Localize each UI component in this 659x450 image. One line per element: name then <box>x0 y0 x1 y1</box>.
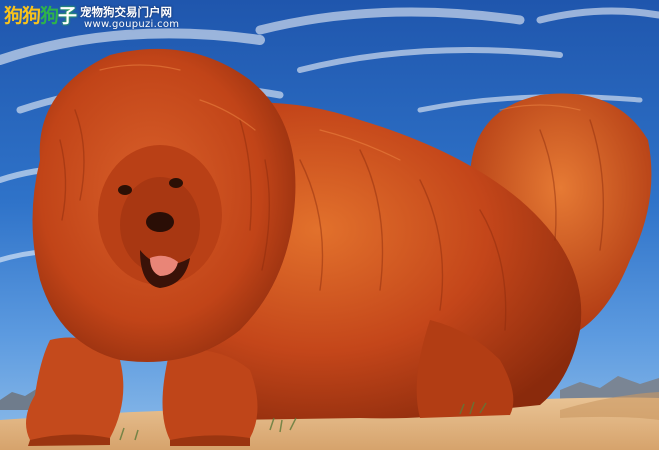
eye-right <box>169 178 183 188</box>
tibetan-mastiff-photo <box>0 7 659 450</box>
nose <box>146 212 174 232</box>
eye-left <box>118 185 132 195</box>
site-url: www.goupuzi.com <box>84 19 180 30</box>
site-watermark: 狗狗狗子 宠物狗交易门户网 www.goupuzi.com <box>4 3 200 31</box>
site-logo: 狗狗狗子 <box>4 5 77 27</box>
photo-scene: 狗狗狗子 宠物狗交易门户网 www.goupuzi.com <box>0 0 659 450</box>
site-title: 宠物狗交易门户网 <box>80 5 172 19</box>
